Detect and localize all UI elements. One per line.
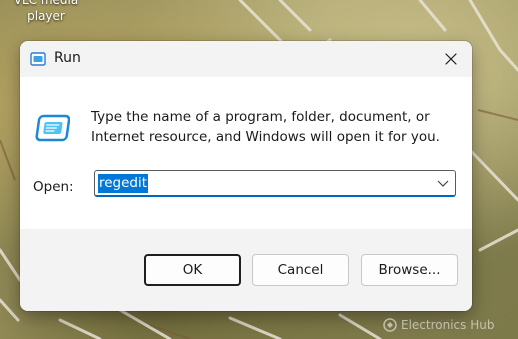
chevron-down-icon[interactable] — [437, 178, 449, 188]
cancel-button[interactable]: Cancel — [252, 254, 349, 286]
title-bar[interactable]: Run — [20, 41, 472, 77]
close-icon — [445, 53, 457, 65]
dialog-footer: OK Cancel Browse... — [20, 229, 472, 311]
run-app-icon — [30, 52, 46, 66]
desktop-icon-label[interactable]: VLC media player — [0, 0, 92, 24]
dialog-description: Type the name of a program, folder, docu… — [91, 109, 440, 145]
brand-logo-icon — [383, 318, 397, 332]
dialog-title: Run — [54, 50, 81, 66]
ok-button[interactable]: OK — [144, 254, 241, 286]
run-dialog: Run Type the name of a program, folder, … — [20, 41, 472, 311]
run-app-icon — [35, 114, 70, 142]
watermark-text: Electronics Hub — [401, 318, 495, 332]
dialog-body: Type the name of a program, folder, docu… — [20, 77, 472, 229]
browse-button[interactable]: Browse... — [361, 254, 458, 286]
open-label: Open: — [33, 179, 74, 195]
close-button[interactable] — [438, 46, 464, 72]
open-combobox[interactable]: regedit — [94, 170, 456, 197]
open-input-value[interactable]: regedit — [98, 174, 149, 193]
watermark: Electronics Hub — [383, 318, 494, 332]
